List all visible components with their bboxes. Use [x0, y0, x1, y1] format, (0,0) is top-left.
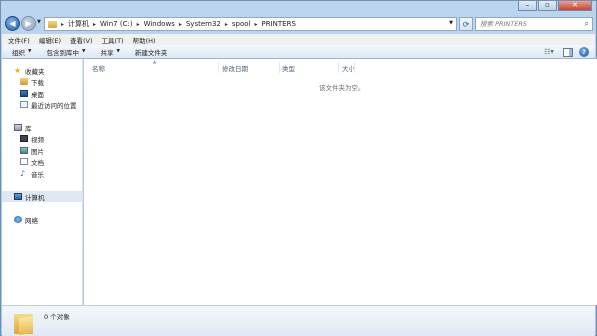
nav-desktop[interactable]: 桌面	[2, 88, 83, 99]
details-pane: 0 个对象	[2, 305, 595, 336]
network-icon	[14, 216, 22, 223]
pictures-icon	[20, 147, 28, 154]
nav-computer[interactable]: 计算机	[2, 191, 83, 202]
share-button[interactable]: 共享 ▼	[100, 47, 119, 57]
explorer-window: – ▫ ✕ ◀ ▶ ▼ ▸ 计算机 ▸ Win7 (C:) ▸ Windows ▸ Sy…	[0, 0, 597, 336]
file-list[interactable]: ▲ 名称 修改日期 类型 大小 该文件夹为空。	[84, 59, 597, 305]
library-icon	[14, 124, 22, 131]
dropdown-arrow-icon: ▼	[28, 49, 32, 54]
column-header-type[interactable]: 类型	[282, 63, 295, 73]
folder-icon	[48, 20, 57, 28]
menu-file[interactable]: 文件(F)	[8, 35, 30, 45]
column-divider[interactable]	[338, 62, 339, 73]
nav-pictures[interactable]: 图片	[2, 145, 83, 156]
refresh-button[interactable]: ⟳	[459, 17, 473, 31]
breadcrumb-printers[interactable]: ▸ PRINTERS	[251, 20, 296, 28]
nav-downloads[interactable]: 下载	[2, 76, 83, 87]
menu-tools[interactable]: 工具(T)	[102, 35, 124, 45]
desktop-icon	[20, 90, 28, 97]
change-view-button[interactable]: ☷ ▼	[541, 47, 557, 57]
recent-places-icon	[20, 101, 28, 108]
column-divider[interactable]	[218, 62, 219, 73]
item-count: 0 个对象	[44, 313, 70, 321]
dropdown-arrow-icon: ▼	[81, 49, 86, 54]
search-box[interactable]: ⌕	[475, 17, 593, 31]
column-header-name[interactable]: 名称	[92, 63, 105, 73]
organize-button[interactable]: 组织 ▼	[12, 47, 31, 57]
video-icon	[20, 135, 28, 142]
nav-recent-places[interactable]: 最近访问的位置	[2, 99, 83, 110]
chevron-right-icon: ▸	[61, 20, 65, 28]
dropdown-arrow-icon: ▼	[116, 49, 120, 54]
preview-pane-button[interactable]	[563, 47, 573, 57]
breadcrumb-windows[interactable]: ▸ Windows	[133, 20, 175, 28]
forward-button[interactable]: ▶	[21, 16, 36, 31]
music-note-icon: ♪	[20, 168, 26, 178]
nav-music[interactable]: ♪ 音乐	[2, 168, 83, 179]
downloads-icon	[20, 78, 28, 85]
search-input[interactable]	[476, 20, 576, 28]
view-controls: ☷ ▼ ?	[541, 47, 589, 57]
nav-documents[interactable]: 文档	[2, 156, 83, 167]
maximize-button[interactable]: ▫	[538, 1, 557, 11]
nav-favorites[interactable]: ★ 收藏夹	[2, 65, 83, 76]
chevron-right-icon: ▸	[93, 20, 97, 28]
sort-indicator-icon: ▲	[153, 59, 157, 64]
chevron-right-icon: ▸	[136, 20, 140, 28]
column-divider[interactable]	[279, 62, 280, 73]
navigation-pane: ★ 收藏夹 下载 桌面 最近访问的位置 库 视频 图片 文档 ♪ 音乐 计算机 网络	[2, 59, 83, 305]
column-divider[interactable]	[354, 62, 355, 73]
close-button[interactable]: ✕	[558, 1, 592, 11]
help-icon: ?	[582, 48, 586, 56]
breadcrumb-spool[interactable]: ▸ spool	[221, 20, 251, 28]
menu-edit[interactable]: 编辑(E)	[39, 35, 61, 45]
breadcrumb-drive[interactable]: ▸ Win7 (C:)	[89, 20, 133, 28]
caption-buttons: – ▫ ✕	[518, 1, 592, 11]
empty-folder-message: 该文件夹为空。	[319, 84, 365, 92]
document-icon	[20, 158, 28, 165]
breadcrumb-system32[interactable]: ▸ System32	[175, 20, 221, 28]
back-button[interactable]: ◀	[5, 16, 20, 31]
address-dropdown[interactable]: ▼	[449, 20, 453, 26]
column-header-date-modified[interactable]: 修改日期	[222, 63, 248, 73]
nav-videos[interactable]: 视频	[2, 133, 83, 144]
include-in-library-button[interactable]: 包含到库中 ▼	[46, 47, 85, 57]
refresh-icon: ⟳	[462, 19, 470, 29]
computer-icon	[14, 193, 22, 200]
help-button[interactable]: ?	[579, 47, 589, 57]
minimize-button[interactable]: –	[518, 1, 537, 11]
chevron-right-icon: ▸	[254, 20, 258, 28]
back-arrow-icon: ◀	[9, 19, 16, 28]
search-icon[interactable]: ⌕	[585, 19, 589, 29]
nav-network[interactable]: 网络	[2, 214, 83, 225]
folder-icon	[14, 314, 33, 336]
chevron-right-icon: ▸	[178, 20, 182, 28]
menu-bar: 文件(F) 编辑(E) 查看(V) 工具(T) 帮助(H)	[2, 34, 595, 45]
star-icon: ★	[14, 65, 22, 75]
address-bar-row: ◀ ▶ ▼ ▸ 计算机 ▸ Win7 (C:) ▸ Windows ▸ System32…	[4, 14, 593, 32]
dropdown-arrow-icon: ▼	[550, 49, 554, 55]
nav-libraries[interactable]: 库	[2, 122, 83, 133]
chevron-right-icon: ▸	[224, 20, 228, 28]
forward-arrow-icon: ▶	[25, 19, 32, 28]
menu-view[interactable]: 查看(V)	[70, 35, 93, 45]
menu-help[interactable]: 帮助(H)	[133, 35, 156, 45]
breadcrumb-computer[interactable]: ▸ 计算机	[57, 19, 89, 29]
recent-pages-dropdown[interactable]: ▼	[37, 19, 41, 25]
address-bar[interactable]: ▸ 计算机 ▸ Win7 (C:) ▸ Windows ▸ System32 ▸ spoo…	[44, 17, 457, 31]
new-folder-button[interactable]: 新建文件夹	[135, 47, 168, 57]
command-bar: 组织 ▼ 包含到库中 ▼ 共享 ▼ 新建文件夹 ☷ ▼ ?	[2, 45, 595, 59]
